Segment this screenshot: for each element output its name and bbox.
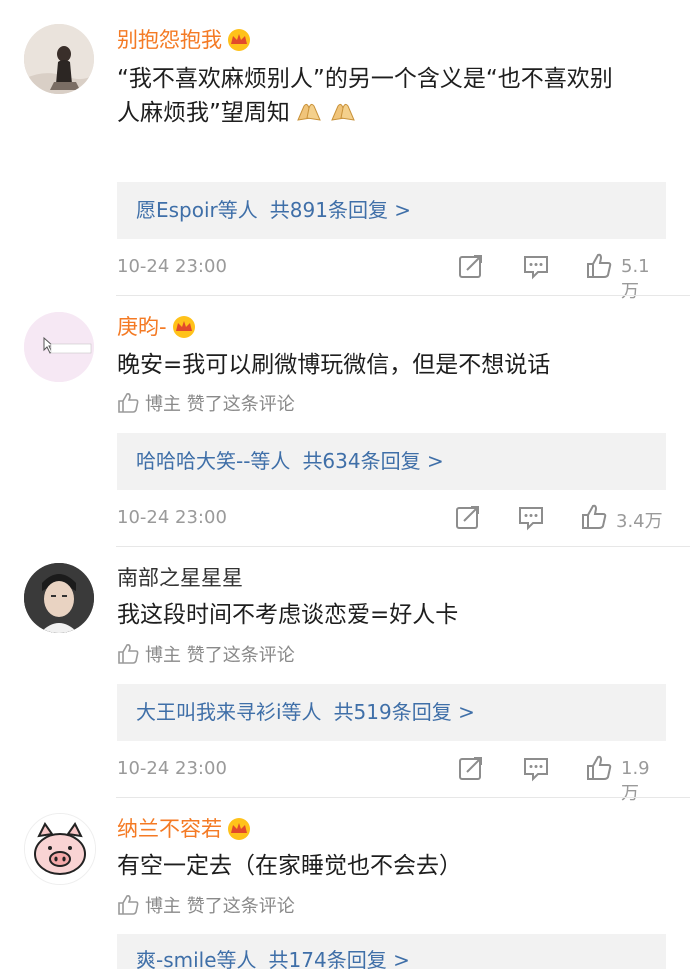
author-liked-text: 博主 赞了这条评论	[145, 645, 295, 666]
thumbs-up-icon[interactable]	[585, 754, 613, 787]
comment-text-line: 人麻烦我”望周知	[117, 96, 660, 134]
username[interactable]: 南部之星星星	[117, 564, 243, 592]
comment-icon[interactable]	[522, 252, 550, 285]
avatar[interactable]	[24, 813, 96, 885]
username-text[interactable]: 纳兰不容若	[117, 817, 222, 841]
pray-hands-icon	[328, 98, 358, 134]
avatar[interactable]	[24, 563, 94, 633]
reply-count-link[interactable]: 共891条回复 >	[270, 198, 411, 222]
thumbs-up-icon	[118, 644, 139, 664]
comment-text-span: 人麻烦我”望周知	[117, 100, 290, 126]
divider	[116, 797, 690, 798]
crown-badge-icon	[171, 316, 197, 345]
comment-text: “我不喜欢麻烦别人”的另一个含义是“也不喜欢别 人麻烦我”望周知	[117, 62, 660, 134]
comment-text: 我这段时间不考虑谈恋爱=好人卡	[117, 602, 459, 628]
avatar-photo-icon	[24, 24, 94, 94]
comment-icon[interactable]	[522, 754, 550, 787]
pray-hands-icon	[294, 98, 324, 134]
thumbs-up-icon[interactable]	[580, 503, 608, 536]
author-liked: 博主 赞了这条评论	[117, 392, 295, 417]
username-text[interactable]: 南部之星星星	[117, 566, 243, 590]
avatar-photo-icon	[24, 312, 94, 382]
reply-summary[interactable]: 愿Espoir等人 共891条回复 >	[117, 182, 666, 239]
author-liked: 博主 赞了这条评论	[117, 643, 295, 668]
username[interactable]: 庚昀-	[117, 313, 197, 345]
thumbs-up-icon	[118, 895, 139, 915]
reply-summary[interactable]: 哈哈哈大笑--等人 共634条回复 >	[117, 433, 666, 490]
divider	[116, 295, 690, 296]
share-icon[interactable]	[454, 503, 482, 536]
author-liked-text: 博主 赞了这条评论	[145, 394, 295, 415]
comment-meta: 10-24 23:00 1.9万	[117, 754, 666, 804]
username-text[interactable]: 别抱怨抱我	[117, 28, 222, 52]
username[interactable]: 纳兰不容若	[117, 815, 252, 847]
avatar-photo-icon	[24, 563, 94, 633]
reply-users[interactable]: 哈哈哈大笑--等人	[136, 449, 290, 473]
avatar[interactable]	[24, 24, 94, 94]
reply-count-link[interactable]: 共519条回复 >	[334, 700, 475, 724]
reply-users[interactable]: 愿Espoir等人	[136, 198, 258, 222]
share-icon[interactable]	[457, 252, 485, 285]
avatar[interactable]	[24, 312, 94, 382]
comment-text: 有空一定去（在家睡觉也不会去）	[117, 853, 462, 879]
comment-text-line: “我不喜欢麻烦别人”的另一个含义是“也不喜欢别	[117, 66, 613, 92]
author-liked: 博主 赞了这条评论	[117, 894, 295, 919]
username-text[interactable]: 庚昀-	[117, 315, 167, 339]
reply-summary[interactable]: 大王叫我来寻衫i等人 共519条回复 >	[117, 684, 666, 741]
comment-meta: 10-24 23:00 5.1万	[117, 252, 666, 302]
comment-icon[interactable]	[517, 503, 545, 536]
timestamp: 10-24 23:00	[117, 256, 227, 277]
username[interactable]: 别抱怨抱我	[117, 26, 252, 58]
divider	[116, 546, 690, 547]
comment-meta: 10-24 23:00 3.4万	[117, 503, 666, 533]
comment-text: 晚安=我可以刷微博玩微信，但是不想说话	[117, 352, 551, 378]
reply-summary[interactable]: 爽-smile等人 共174条回复 >	[117, 934, 666, 969]
timestamp: 10-24 23:00	[117, 507, 227, 528]
pig-avatar-icon	[25, 814, 95, 884]
thumbs-up-icon	[118, 393, 139, 413]
like-count: 3.4万	[616, 511, 663, 532]
reply-count-link[interactable]: 共634条回复 >	[302, 449, 443, 473]
crown-badge-icon	[226, 818, 252, 847]
crown-badge-icon	[226, 29, 252, 58]
share-icon[interactable]	[457, 754, 485, 787]
reply-users[interactable]: 爽-smile等人	[136, 948, 257, 969]
reply-count-link[interactable]: 共174条回复 >	[269, 948, 410, 969]
timestamp: 10-24 23:00	[117, 758, 227, 779]
reply-users[interactable]: 大王叫我来寻衫i等人	[136, 700, 322, 724]
author-liked-text: 博主 赞了这条评论	[145, 896, 295, 917]
thumbs-up-icon[interactable]	[585, 252, 613, 285]
